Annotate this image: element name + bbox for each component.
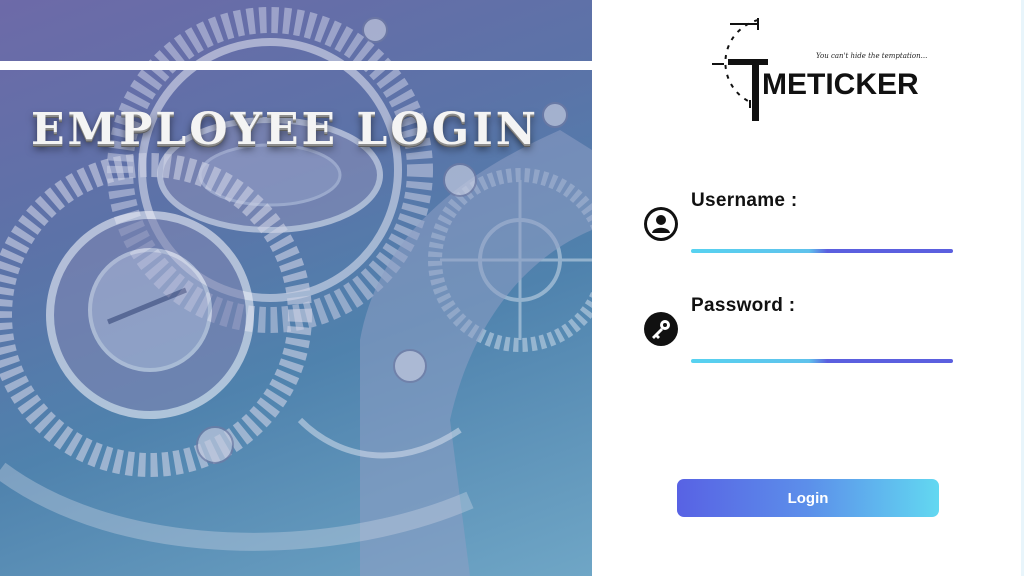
password-label: Password : (691, 295, 796, 316)
login-button[interactable]: Login (677, 479, 939, 517)
password-underline (691, 359, 953, 363)
password-input[interactable] (691, 328, 953, 358)
logo-tagline: You can't hide the temptation... (816, 52, 928, 60)
hero-panel: EMPLOYEE LOGIN (0, 0, 592, 576)
page-title: EMPLOYEE LOGIN (30, 104, 540, 155)
username-label: Username : (691, 190, 798, 211)
user-icon (644, 207, 678, 241)
username-input[interactable] (691, 218, 953, 248)
watch-gears-image (0, 7, 592, 576)
hero-divider-strip (0, 61, 592, 70)
brand-logo: You can't hide the temptation... METICKE… (710, 14, 927, 126)
logo-wordmark: METICKER (762, 68, 919, 101)
panel-divider (592, 0, 600, 576)
username-underline (691, 249, 953, 253)
key-icon (644, 312, 678, 346)
